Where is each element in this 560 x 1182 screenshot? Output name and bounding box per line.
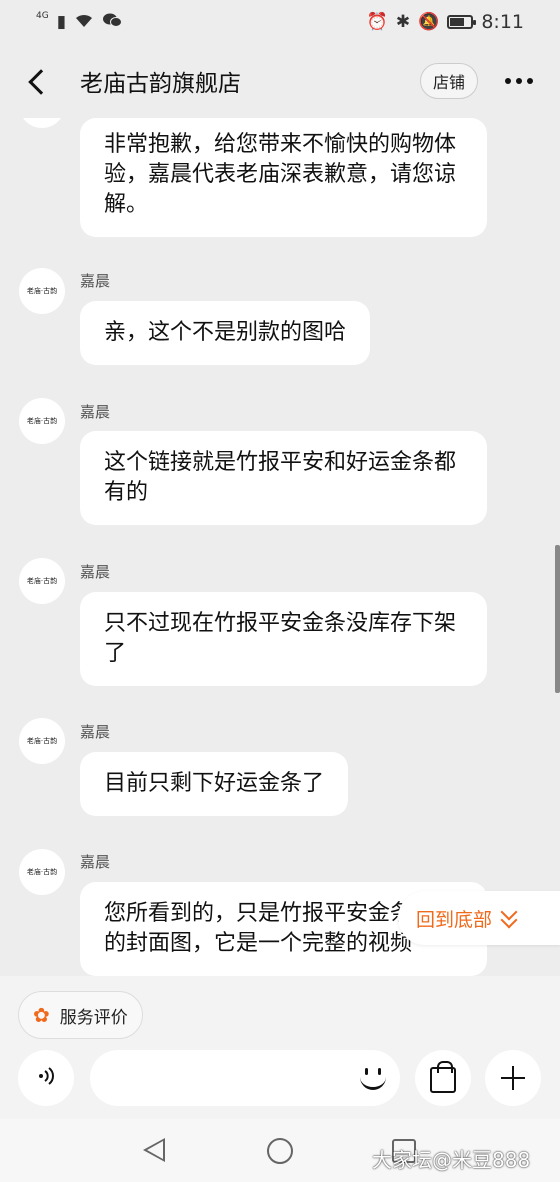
avatar[interactable]: 老庙·古韵 <box>19 718 65 764</box>
message-bubble: 非常抱歉，给您带来不愉快的购物体验，嘉晨代表老庙深表歉意，请您谅解。 <box>80 118 487 237</box>
nav-back-icon[interactable] <box>143 1138 165 1162</box>
emoji-icon[interactable] <box>358 1064 388 1094</box>
avatar-label: 老庙·古韵 <box>26 868 58 876</box>
nav-home-icon[interactable] <box>267 1138 293 1164</box>
scrollbar[interactable] <box>555 545 560 693</box>
jump-to-bottom-button[interactable]: 回到底部 <box>398 891 560 945</box>
shop-title: 老庙古韵旗舰店 <box>80 71 241 97</box>
sender-name: 嘉晨 <box>80 563 111 581</box>
status-bar: 4G ▮ ⏰ ✱ 🔕 8:11 <box>0 0 560 44</box>
avatar[interactable]: 老庙·古韵 <box>19 849 65 895</box>
service-rating-label: 服务评价 <box>59 1007 128 1028</box>
wifi-icon <box>74 12 94 32</box>
service-rating-button[interactable]: ✿ 服务评价 <box>18 991 143 1039</box>
voice-icon <box>33 1063 59 1094</box>
more-actions-button[interactable] <box>485 1050 541 1106</box>
sender-name: 嘉晨 <box>80 723 111 741</box>
clock: 8:11 <box>481 11 524 33</box>
avatar-label: 老庙·古韵 <box>26 737 58 745</box>
avatar[interactable]: 老庙·古韵 <box>19 398 65 444</box>
shop-button[interactable]: 店铺 <box>419 63 478 99</box>
battery-icon <box>447 15 477 29</box>
bluetooth-icon: ✱ <box>395 11 411 32</box>
message-bubble: 目前只剩下好运金条了 <box>80 752 349 816</box>
voice-button[interactable] <box>18 1050 74 1106</box>
wechat-icon <box>102 12 123 32</box>
avatar-label: 老庙·古韵 <box>26 577 58 585</box>
message-bubble: 只不过现在竹报平安金条没库存下架了 <box>80 592 487 686</box>
chat-header: 老庙古韵旗舰店 店铺 <box>0 44 560 118</box>
alarm-icon: ⏰ <box>366 11 388 32</box>
double-chevron-down-icon <box>500 906 518 930</box>
network-label: 4G <box>36 10 49 21</box>
signal-icon: ▮ <box>56 11 67 32</box>
mute-icon: 🔕 <box>418 11 440 32</box>
sender-name: 嘉晨 <box>80 403 111 421</box>
plus-icon <box>501 1066 525 1090</box>
shop-bag-button[interactable] <box>415 1050 471 1106</box>
avatar <box>19 118 65 128</box>
message-bubble: 亲，这个不是别款的图哈 <box>80 301 371 365</box>
avatar-label: 老庙·古韵 <box>26 287 58 295</box>
input-area: ✿ 服务评价 <box>0 976 560 1119</box>
more-options-icon[interactable] <box>494 61 544 101</box>
flower-icon: ✿ <box>33 1003 50 1027</box>
avatar[interactable]: 老庙·古韵 <box>19 558 65 604</box>
back-arrow-icon[interactable] <box>16 61 56 101</box>
watermark: 大家坛@米豆888 <box>372 1148 531 1172</box>
avatar[interactable]: 老庙·古韵 <box>19 268 65 314</box>
sender-name: 嘉晨 <box>80 853 111 871</box>
message-bubble: 这个链接就是竹报平安和好运金条都有的 <box>80 431 487 525</box>
jump-to-bottom-label: 回到底部 <box>416 908 493 931</box>
sender-name: 嘉晨 <box>80 272 111 290</box>
shopping-bag-icon <box>430 1061 456 1093</box>
avatar-label: 老庙·古韵 <box>26 417 58 425</box>
chat-message-list[interactable]: 非常抱歉，给您带来不愉快的购物体验，嘉晨代表老庙深表歉意，请您谅解。 老庙·古韵… <box>0 118 560 976</box>
message-input[interactable] <box>90 1050 400 1106</box>
